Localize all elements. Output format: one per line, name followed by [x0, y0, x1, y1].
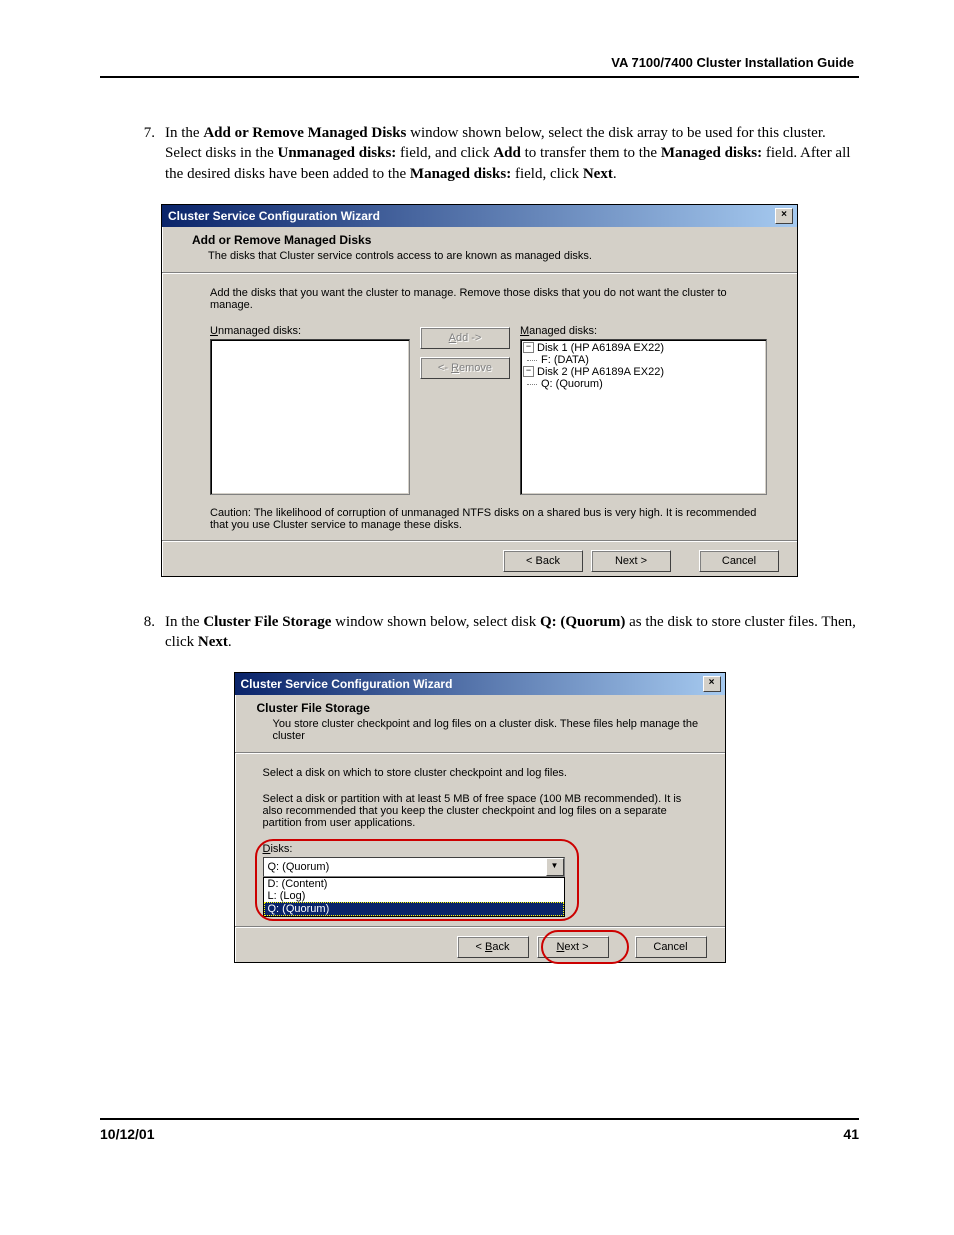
dialog2-instr2: Select a disk or partition with at least… [263, 793, 697, 829]
back-button[interactable]: < Back [457, 936, 529, 958]
step-8-number: 8. [100, 612, 165, 653]
dialog1-caution: Caution: The likelihood of corruption of… [210, 507, 767, 531]
unmanaged-listbox[interactable] [210, 339, 410, 495]
tree-disk-1[interactable]: −Disk 1 (HP A6189A EX22) [523, 342, 764, 354]
disks-select[interactable]: Q: (Quorum) ▼ [263, 857, 565, 877]
page-footer: 10/12/01 41 [100, 1126, 859, 1142]
dialog-add-remove-disks: Cluster Service Configuration Wizard × A… [161, 204, 798, 577]
disks-select-value: Q: (Quorum) [264, 861, 546, 873]
next-button[interactable]: Next > [591, 550, 671, 572]
step-7-text: In the Add or Remove Managed Disks windo… [165, 123, 859, 184]
cancel-button[interactable]: Cancel [699, 550, 779, 572]
footer-date: 10/12/01 [100, 1126, 155, 1142]
dialog1-titlebar: Cluster Service Configuration Wizard × [162, 205, 797, 227]
disks-option-content[interactable]: D: (Content) [264, 878, 564, 890]
divider-bottom [100, 1118, 859, 1120]
disks-label: Disks: [263, 843, 697, 855]
step-8-text: In the Cluster File Storage window shown… [165, 612, 859, 653]
page-header: VA 7100/7400 Cluster Installation Guide [100, 55, 854, 70]
dialog2-title: Cluster Service Configuration Wizard [241, 677, 453, 691]
tree-disk-2[interactable]: −Disk 2 (HP A6189A EX22) [523, 366, 764, 378]
dialog1-heading: Add or Remove Managed Disks [192, 233, 775, 247]
step-7-number: 7. [100, 123, 165, 184]
divider-top [100, 76, 859, 78]
dialog2-instr1: Select a disk on which to store cluster … [263, 767, 697, 779]
step-7: 7. In the Add or Remove Managed Disks wi… [100, 123, 859, 184]
tree-disk-2-partition[interactable]: Q: (Quorum) [523, 378, 764, 390]
tree-disk-1-partition[interactable]: F: (DATA) [523, 354, 764, 366]
dialog1-instructions: Add the disks that you want the cluster … [210, 287, 767, 311]
disks-option-log[interactable]: L: (Log) [264, 890, 564, 902]
dialog2-heading: Cluster File Storage [257, 701, 703, 715]
dialog-cluster-file-storage: Cluster Service Configuration Wizard × C… [234, 672, 726, 963]
unmanaged-label: Unmanaged disks: [210, 325, 410, 337]
dialog2-titlebar: Cluster Service Configuration Wizard × [235, 673, 725, 695]
managed-listbox[interactable]: −Disk 1 (HP A6189A EX22) F: (DATA) −Disk… [520, 339, 767, 495]
next-button[interactable]: Next > [537, 936, 609, 958]
dialog1-title: Cluster Service Configuration Wizard [168, 209, 380, 223]
dialog2-desc: You store cluster checkpoint and log fil… [257, 718, 703, 742]
dialog1-desc: The disks that Cluster service controls … [192, 250, 775, 262]
chevron-down-icon[interactable]: ▼ [546, 858, 564, 876]
remove-button[interactable]: <- Remove [420, 357, 510, 379]
cancel-button[interactable]: Cancel [635, 936, 707, 958]
footer-page-number: 41 [843, 1126, 859, 1142]
add-button[interactable]: Add -> [420, 327, 510, 349]
disks-dropdown-list[interactable]: D: (Content) L: (Log) Q: (Quorum) [263, 877, 565, 917]
close-icon[interactable]: × [775, 208, 793, 224]
disks-option-quorum[interactable]: Q: (Quorum) [264, 902, 564, 916]
close-icon[interactable]: × [703, 676, 721, 692]
step-8: 8. In the Cluster File Storage window sh… [100, 612, 859, 653]
back-button[interactable]: < Back [503, 550, 583, 572]
managed-label: Managed disks: [520, 325, 767, 337]
